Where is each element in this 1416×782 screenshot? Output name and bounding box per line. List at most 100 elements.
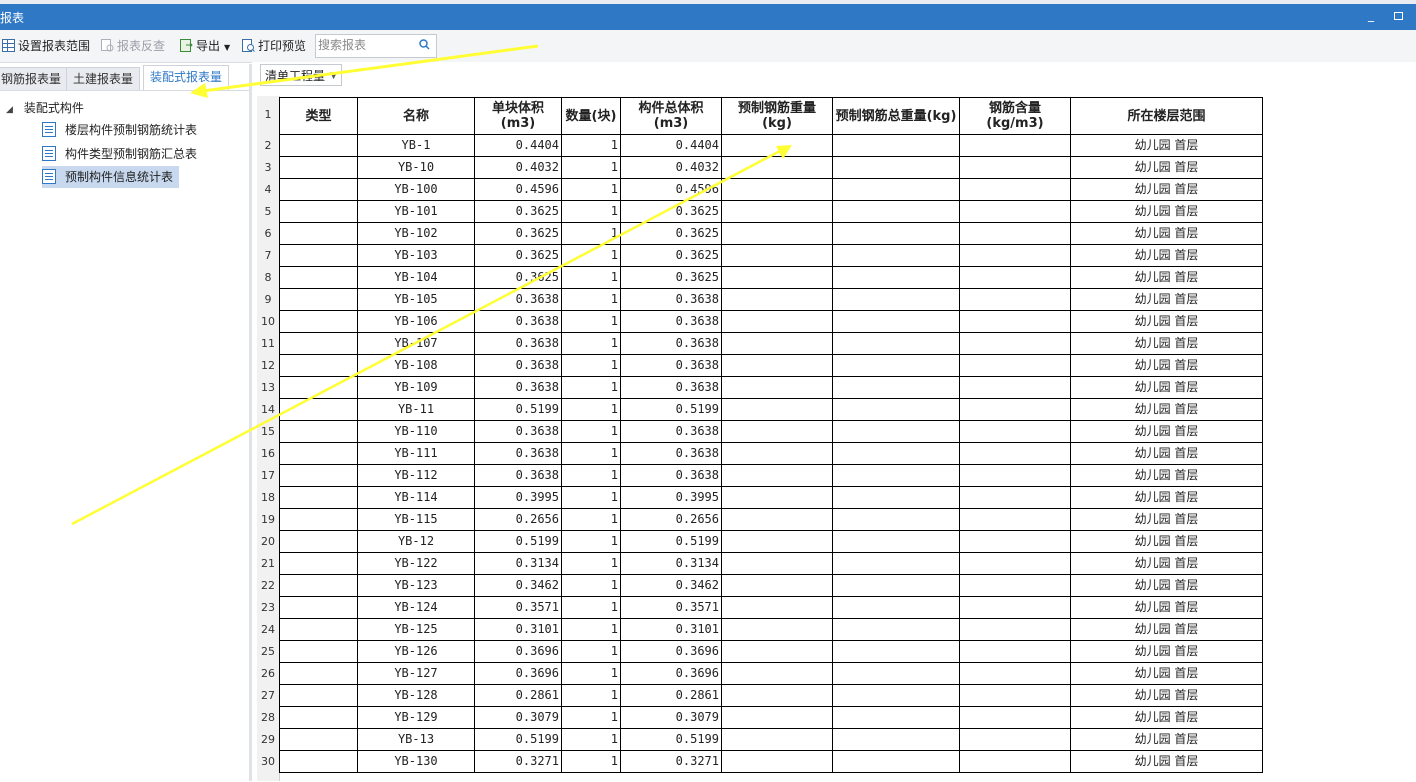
cell-floor-range[interactable]: 幼儿园 首层 bbox=[1070, 222, 1263, 245]
cell-total-volume[interactable]: 0.3638 bbox=[620, 442, 722, 465]
cell-total-volume[interactable]: 0.3571 bbox=[620, 596, 722, 619]
row-number[interactable]: 30 bbox=[257, 755, 279, 768]
report-search-input[interactable] bbox=[316, 35, 414, 55]
row-number[interactable]: 13 bbox=[257, 381, 279, 394]
cell-name[interactable]: YB-108 bbox=[357, 354, 475, 377]
cell-floor-range[interactable]: 幼儿园 首层 bbox=[1070, 486, 1263, 509]
expand-arrow-icon[interactable]: ◢ bbox=[6, 105, 16, 115]
table-row[interactable]: YB-1 0.4404 1 0.4404 幼儿园 首层 bbox=[279, 134, 1263, 157]
cell-total-rebar-weight[interactable] bbox=[832, 200, 960, 223]
cell-floor-range[interactable]: 幼儿园 首层 bbox=[1070, 728, 1263, 751]
cell-unit-volume[interactable]: 0.3638 bbox=[474, 420, 562, 443]
cell-rebar-weight[interactable] bbox=[721, 618, 833, 641]
cell-floor-range[interactable]: 幼儿园 首层 bbox=[1070, 596, 1263, 619]
cell-floor-range[interactable]: 幼儿园 首层 bbox=[1070, 530, 1263, 553]
cell-total-rebar-weight[interactable] bbox=[832, 178, 960, 201]
cell-unit-volume[interactable]: 0.3625 bbox=[474, 222, 562, 245]
cell-name[interactable]: YB-11 bbox=[357, 398, 475, 421]
print-preview-button[interactable]: 打印预览 bbox=[242, 38, 306, 54]
table-row[interactable]: YB-10 0.4032 1 0.4032 幼儿园 首层 bbox=[279, 156, 1263, 179]
cell-rebar-weight[interactable] bbox=[721, 662, 833, 685]
cell-rebar-content[interactable] bbox=[959, 398, 1071, 421]
cell-quantity[interactable]: 1 bbox=[561, 310, 621, 333]
cell-floor-range[interactable]: 幼儿园 首层 bbox=[1070, 134, 1263, 157]
cell-total-volume[interactable]: 0.4032 bbox=[620, 156, 722, 179]
cell-rebar-weight[interactable] bbox=[721, 134, 833, 157]
report-reverse-check-button[interactable]: 报表反查 bbox=[101, 38, 165, 54]
cell-name[interactable]: YB-110 bbox=[357, 420, 475, 443]
cell-total-rebar-weight[interactable] bbox=[832, 486, 960, 509]
quantity-type-select[interactable]: 清单工程量 ▼ bbox=[260, 64, 342, 86]
cell-floor-range[interactable]: 幼儿园 首层 bbox=[1070, 464, 1263, 487]
cell-unit-volume[interactable]: 0.3625 bbox=[474, 200, 562, 223]
table-row[interactable]: YB-106 0.3638 1 0.3638 幼儿园 首层 bbox=[279, 310, 1263, 333]
cell-rebar-content[interactable] bbox=[959, 728, 1071, 751]
cell-rebar-weight[interactable] bbox=[721, 156, 833, 179]
cell-type[interactable] bbox=[279, 750, 358, 773]
cell-quantity[interactable]: 1 bbox=[561, 684, 621, 707]
cell-rebar-weight[interactable] bbox=[721, 420, 833, 443]
row-number[interactable]: 1 bbox=[257, 108, 279, 121]
cell-unit-volume[interactable]: 0.4032 bbox=[474, 156, 562, 179]
cell-rebar-content[interactable] bbox=[959, 552, 1071, 575]
cell-name[interactable]: YB-13 bbox=[357, 728, 475, 751]
header-type[interactable]: 类型 bbox=[279, 97, 358, 135]
cell-rebar-content[interactable] bbox=[959, 288, 1071, 311]
cell-total-volume[interactable]: 0.3638 bbox=[620, 310, 722, 333]
cell-type[interactable] bbox=[279, 200, 358, 223]
cell-total-volume[interactable]: 0.2656 bbox=[620, 508, 722, 531]
row-number[interactable]: 2 bbox=[257, 139, 279, 152]
cell-unit-volume[interactable]: 0.2861 bbox=[474, 684, 562, 707]
cell-type[interactable] bbox=[279, 442, 358, 465]
cell-rebar-content[interactable] bbox=[959, 222, 1071, 245]
cell-quantity[interactable]: 1 bbox=[561, 398, 621, 421]
cell-unit-volume[interactable]: 0.3638 bbox=[474, 442, 562, 465]
tree-item-prefab-info-stats[interactable]: 预制构件信息统计表 bbox=[42, 166, 180, 188]
cell-total-rebar-weight[interactable] bbox=[832, 530, 960, 553]
table-row[interactable]: YB-104 0.3625 1 0.3625 幼儿园 首层 bbox=[279, 266, 1263, 289]
row-number[interactable]: 26 bbox=[257, 667, 279, 680]
cell-unit-volume[interactable]: 0.3134 bbox=[474, 552, 562, 575]
row-number[interactable]: 3 bbox=[257, 161, 279, 174]
table-row[interactable]: YB-101 0.3625 1 0.3625 幼儿园 首层 bbox=[279, 200, 1263, 223]
cell-name[interactable]: YB-12 bbox=[357, 530, 475, 553]
cell-unit-volume[interactable]: 0.3638 bbox=[474, 376, 562, 399]
cell-floor-range[interactable]: 幼儿园 首层 bbox=[1070, 376, 1263, 399]
cell-total-volume[interactable]: 0.3462 bbox=[620, 574, 722, 597]
cell-type[interactable] bbox=[279, 310, 358, 333]
set-report-range-button[interactable]: 设置报表范围 bbox=[2, 38, 90, 54]
cell-rebar-weight[interactable] bbox=[721, 222, 833, 245]
cell-floor-range[interactable]: 幼儿园 首层 bbox=[1070, 574, 1263, 597]
header-floor-range[interactable]: 所在楼层范围 bbox=[1070, 97, 1263, 135]
cell-name[interactable]: YB-101 bbox=[357, 200, 475, 223]
cell-quantity[interactable]: 1 bbox=[561, 706, 621, 729]
cell-floor-range[interactable]: 幼儿园 首层 bbox=[1070, 178, 1263, 201]
cell-quantity[interactable]: 1 bbox=[561, 728, 621, 751]
row-number[interactable]: 19 bbox=[257, 513, 279, 526]
row-number[interactable]: 23 bbox=[257, 601, 279, 614]
cell-total-volume[interactable]: 0.3638 bbox=[620, 420, 722, 443]
row-number[interactable]: 9 bbox=[257, 293, 279, 306]
cell-unit-volume[interactable]: 0.3696 bbox=[474, 640, 562, 663]
cell-type[interactable] bbox=[279, 508, 358, 531]
row-number[interactable]: 24 bbox=[257, 623, 279, 636]
cell-total-rebar-weight[interactable] bbox=[832, 508, 960, 531]
cell-rebar-content[interactable] bbox=[959, 442, 1071, 465]
tab-civil-report[interactable]: 土建报表量 bbox=[66, 67, 141, 90]
cell-rebar-weight[interactable] bbox=[721, 596, 833, 619]
cell-total-rebar-weight[interactable] bbox=[832, 332, 960, 355]
cell-type[interactable] bbox=[279, 222, 358, 245]
cell-type[interactable] bbox=[279, 618, 358, 641]
cell-quantity[interactable]: 1 bbox=[561, 750, 621, 773]
cell-type[interactable] bbox=[279, 728, 358, 751]
cell-type[interactable] bbox=[279, 574, 358, 597]
cell-total-volume[interactable]: 0.3696 bbox=[620, 662, 722, 685]
cell-rebar-weight[interactable] bbox=[721, 728, 833, 751]
row-number[interactable]: 28 bbox=[257, 711, 279, 724]
header-unit-volume[interactable]: 单块体积(m3) bbox=[474, 97, 562, 135]
table-row[interactable]: YB-122 0.3134 1 0.3134 幼儿园 首层 bbox=[279, 552, 1263, 575]
table-row[interactable]: YB-103 0.3625 1 0.3625 幼儿园 首层 bbox=[279, 244, 1263, 267]
cell-name[interactable]: YB-130 bbox=[357, 750, 475, 773]
cell-total-rebar-weight[interactable] bbox=[832, 750, 960, 773]
cell-total-volume[interactable]: 0.3625 bbox=[620, 266, 722, 289]
